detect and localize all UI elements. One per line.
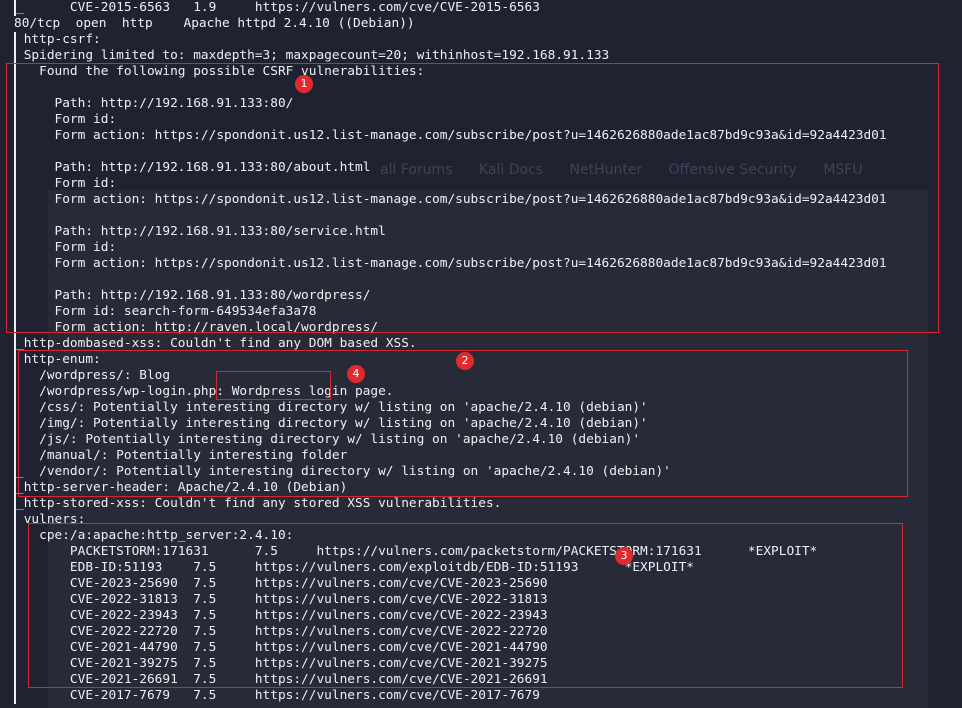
annotation-marker-2: 2 (456, 352, 474, 370)
annotation-marker-1: 1 (295, 75, 313, 93)
terminal-line: _http-stored-xss: Couldn't find any stor… (16, 496, 502, 511)
annotation-box-csrf (6, 63, 939, 333)
terminal-line: http-csrf: (16, 32, 101, 47)
terminal-line: 80/tcp open http Apache httpd 2.4.10 ((D… (14, 16, 415, 31)
annotation-box-wordpress-login (216, 371, 331, 400)
annotation-marker-4: 4 (347, 365, 365, 383)
annotation-box-vulners (28, 523, 903, 688)
terminal-line: CVE-2017-7679 7.5 https://vulners.com/cv… (16, 688, 540, 703)
annotation-box-http-enum (18, 350, 908, 497)
terminal-line: _ CVE-2015-6563 1.9 https://vulners.com/… (16, 0, 540, 15)
annotation-marker-3: 3 (615, 547, 633, 565)
terminal-line: Spidering limited to: maxdepth=3; maxpag… (16, 48, 610, 63)
